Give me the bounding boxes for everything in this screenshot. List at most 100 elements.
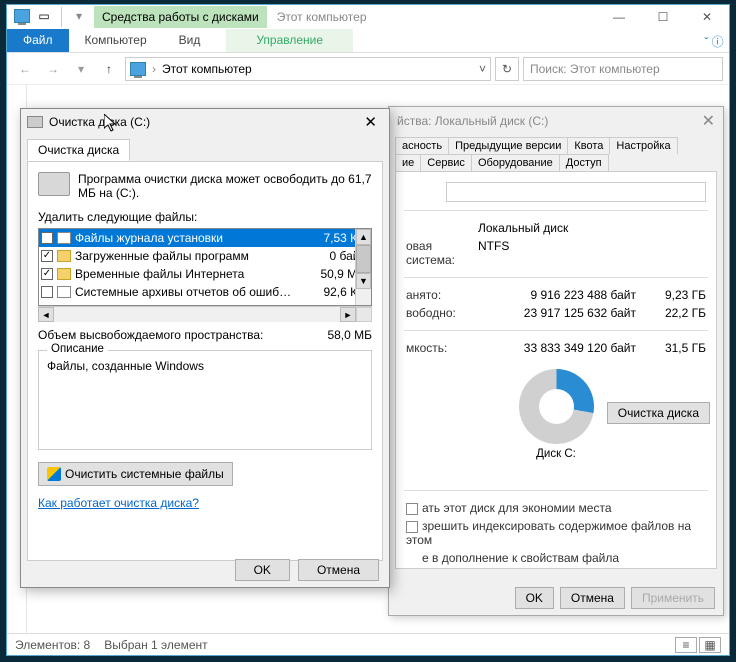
tab-computer[interactable]: Компьютер (69, 29, 163, 52)
cleanup-titlebar[interactable]: Очистка д ска (C:) ✕ (21, 109, 389, 135)
file-name: Временные файлы Интернета (75, 267, 309, 281)
disk-cleanup-button[interactable]: Очистка диска (607, 402, 710, 424)
recent-dropdown[interactable]: ▾ (69, 57, 93, 81)
titlebar[interactable]: ▭ ▾ Средства работы с дисками Этот компь… (7, 5, 729, 29)
description-group: Описание Файлы, созданные Windows (38, 350, 372, 450)
back-button[interactable]: ← (13, 57, 37, 81)
index-checkbox[interactable] (406, 521, 418, 533)
minimize-button[interactable]: ― (597, 5, 641, 29)
free-gb: 22,2 ГБ (646, 306, 706, 320)
properties-apply-button[interactable]: Применить (631, 587, 715, 609)
volume-label-input[interactable] (446, 182, 706, 202)
tab-hardware[interactable]: Оборудование (471, 154, 560, 171)
compress-checkbox[interactable] (406, 503, 418, 515)
file-checkbox[interactable] (41, 286, 53, 298)
tab-customize[interactable]: Настройка (609, 137, 677, 154)
close-button[interactable]: ✕ (685, 5, 729, 29)
file-name: Загруженные файлы программ (75, 249, 309, 263)
cleanup-panel: Программа очистки диска может освободить… (27, 161, 383, 561)
file-type-icon (57, 286, 71, 298)
tab-view[interactable]: Вид (163, 29, 217, 52)
index-label-1: зрешить индексировать содержимое файлов … (406, 519, 691, 547)
clean-system-files-button[interactable]: Очистить системные файлы (38, 462, 233, 486)
file-type-icon (57, 250, 71, 262)
view-large-button[interactable]: ▦ (699, 637, 721, 653)
file-list-row[interactable]: Файлы журнала установки7,53 КБ (39, 229, 371, 247)
search-input[interactable]: Поиск: Этот компьютер (523, 57, 723, 81)
total-value: 58,0 МБ (327, 328, 372, 342)
tab-manage[interactable]: Управление (226, 29, 353, 52)
file-type-icon (57, 232, 71, 244)
forward-button[interactable]: → (41, 57, 65, 81)
properties-ok-button[interactable]: OK (515, 587, 554, 609)
cleanup-info-text: Программа очистки диска может освободить… (78, 172, 372, 200)
scroll-thumb[interactable] (356, 245, 371, 273)
up-button[interactable]: ↑ (97, 57, 121, 81)
disk-chart-label: Диск C: (406, 448, 706, 460)
ribbon-help-icon[interactable]: ˇ ⓘ (699, 29, 729, 52)
used-gb: 9,23 ГБ (646, 288, 706, 302)
properties-close-button[interactable]: ✕ (702, 111, 715, 131)
file-list-hscroll[interactable]: ◄ ► (38, 306, 372, 322)
cleanup-close-button[interactable]: ✕ (358, 113, 383, 131)
address-bar[interactable]: › Этот компьютер ˅ (125, 57, 491, 81)
scroll-down-icon[interactable]: ▼ (356, 273, 371, 289)
tab-quota[interactable]: Квота (567, 137, 610, 154)
tab-security[interactable]: асность (395, 137, 449, 154)
properties-tabs: асность Предыдущие версии Квота Настройк… (389, 135, 723, 171)
used-label: анято: (406, 288, 478, 302)
drive-type-value: Локальный диск (478, 221, 568, 235)
cleanup-ok-button[interactable]: OK (235, 559, 290, 581)
scroll-right-icon[interactable]: ► (340, 307, 356, 322)
file-checkbox[interactable]: ✓ (41, 268, 53, 280)
file-list-vscroll[interactable]: ▲ ▼ (355, 229, 371, 305)
address-text: Этот компьютер (162, 62, 252, 76)
qat-dropdown-icon[interactable]: ▾ (70, 7, 88, 25)
how-cleanup-works-link[interactable]: Как работает очистка диска? (38, 496, 199, 510)
free-label: вободно: (406, 306, 478, 320)
shield-icon (47, 467, 61, 481)
cap-label: мкость: (406, 341, 478, 355)
scroll-up-icon[interactable]: ▲ (356, 229, 371, 245)
cap-bytes: 33 833 349 120 байт (478, 341, 646, 355)
file-tab[interactable]: Файл (7, 29, 69, 52)
tab-previous-versions[interactable]: Предыдущие версии (448, 137, 568, 154)
delete-files-label: Удалить следующие файлы: (38, 210, 372, 224)
properties-cancel-button[interactable]: Отмена (560, 587, 625, 609)
total-label: Объем высвобождаемого пространства: (38, 328, 263, 342)
tab-general[interactable]: ие (395, 154, 421, 171)
search-placeholder: Поиск: Этот компьютер (530, 62, 660, 76)
view-details-button[interactable]: ≡ (675, 637, 697, 653)
disk-cleanup-dialog: Очистка д ска (C:) ✕ Очистка диска Прогр… (20, 108, 390, 588)
properties-title-text: йства: Локальный диск (C:) (397, 114, 548, 128)
description-legend: Описание (47, 343, 108, 355)
file-list[interactable]: Файлы журнала установки7,53 КБ ✓ Загруженн… (38, 228, 372, 306)
file-name: Системные архивы отчетов об ошиб… (75, 285, 309, 299)
contextual-tab-group: Средства работы с дисками (94, 6, 267, 28)
cleanup-cancel-button[interactable]: Отмена (298, 559, 379, 581)
file-type-icon (57, 268, 71, 280)
system-menu-icon[interactable] (13, 7, 31, 25)
scroll-left-icon[interactable]: ◄ (38, 307, 54, 322)
hdd-icon (38, 172, 70, 196)
clean-system-files-label: Очистить системные файлы (65, 467, 224, 481)
tab-tools[interactable]: Сервис (420, 154, 472, 171)
maximize-button[interactable]: ☐ (641, 5, 685, 29)
fs-label: овая система: (406, 239, 478, 267)
file-list-row[interactable]: ✓Временные файлы Интернета50,9 МБ (39, 265, 371, 283)
tab-sharing[interactable]: Доступ (559, 154, 609, 171)
cleanup-title-text: Очистка д ска (C:) (49, 115, 150, 129)
cleanup-tab[interactable]: Очистка диска (27, 139, 130, 161)
properties-dialog: йства: Локальный диск (C:) ✕ асность Пре… (388, 106, 724, 616)
file-list-row[interactable]: Системные архивы отчетов об ошиб…92,6 КБ (39, 283, 371, 301)
file-checkbox[interactable]: ✓ (41, 250, 53, 262)
properties-titlebar[interactable]: йства: Локальный диск (C:) ✕ (389, 107, 723, 135)
description-text: Файлы, созданные Windows (47, 359, 363, 373)
navigation-bar: ← → ▾ ↑ › Этот компьютер ˅ ↻ Поиск: Этот… (7, 53, 729, 85)
qat-properties-icon[interactable]: ▭ (35, 7, 53, 25)
status-bar: Элементов: 8 Выбран 1 элемент ≡ ▦ (7, 633, 729, 655)
file-list-row[interactable]: ✓Загруженные файлы программ0 байт (39, 247, 371, 265)
file-checkbox[interactable] (41, 232, 53, 244)
compress-label: ать этот диск для экономии места (422, 501, 612, 515)
refresh-button[interactable]: ↻ (495, 57, 519, 81)
